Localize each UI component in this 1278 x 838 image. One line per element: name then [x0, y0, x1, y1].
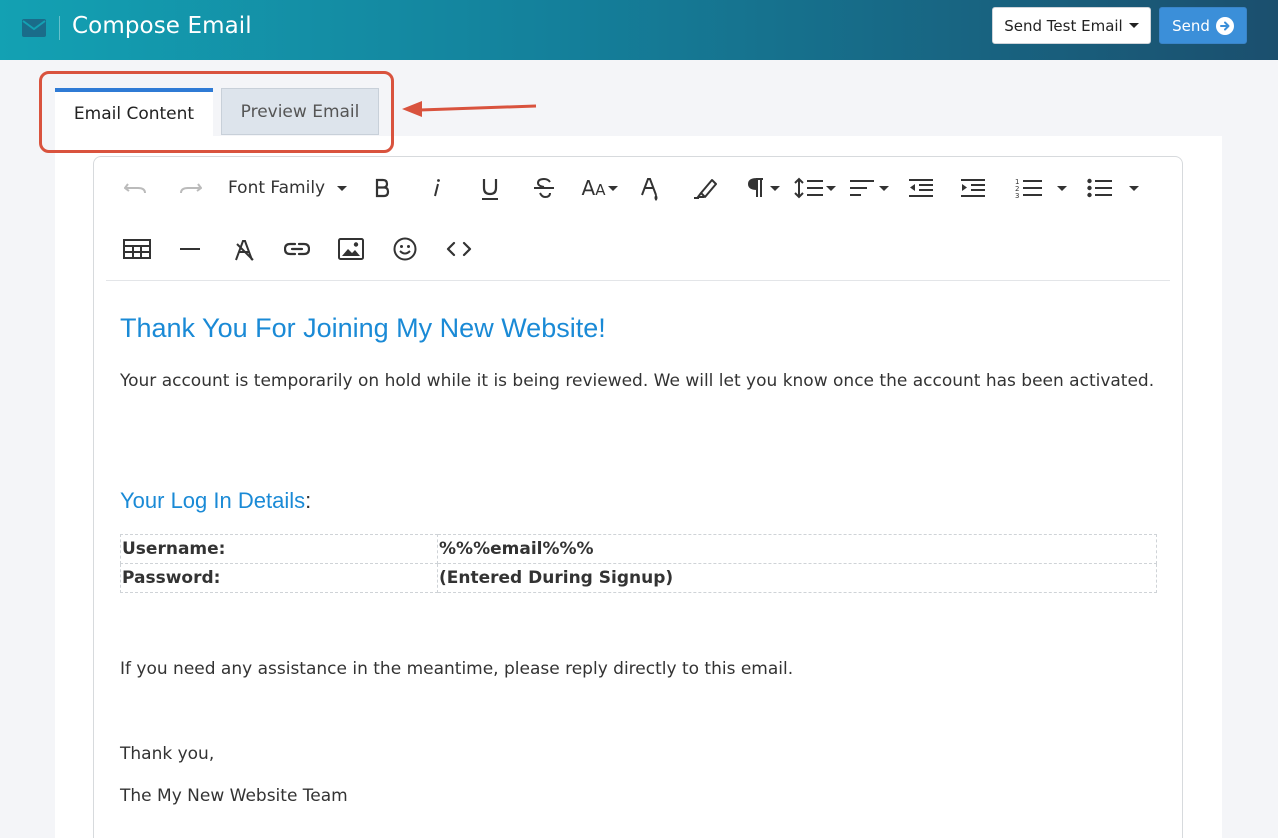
email-heading: Thank You For Joining My New Website! [120, 313, 606, 343]
annotation-arrow-icon [402, 101, 537, 117]
font-family-dropdown[interactable]: Font Family [228, 176, 348, 200]
highlight-icon[interactable] [692, 176, 718, 200]
text-color-icon[interactable] [638, 176, 664, 204]
font-size-icon[interactable]: AA [578, 176, 622, 200]
emoji-icon[interactable] [392, 237, 418, 261]
caret-down-icon [769, 185, 780, 191]
image-icon[interactable] [338, 237, 364, 261]
table-row: Password: (Entered During Signup) [120, 563, 1157, 593]
unordered-list-icon[interactable] [1086, 176, 1140, 200]
table-cell-value: (Entered During Signup) [437, 563, 1157, 593]
table-cell-label: Password: [120, 563, 438, 593]
details-heading-text: Your Log In Details [120, 488, 306, 513]
arrow-circle-right-icon [1215, 16, 1234, 35]
top-header: Compose Email Send Test Email Send [0, 0, 1278, 60]
underline-icon[interactable] [478, 176, 502, 202]
clear-format-icon[interactable] [232, 237, 256, 263]
email-intro-paragraph: Your account is temporarily on hold whil… [120, 371, 1155, 391]
svg-text:3: 3 [1015, 192, 1019, 199]
signature-line: The My New Website Team [120, 786, 348, 806]
table-row: Username: %%%email%%% [120, 534, 1157, 564]
page-title: Compose Email [72, 13, 252, 39]
caret-down-icon [608, 185, 619, 191]
caret-down-icon [337, 185, 348, 191]
tabs-annotation-box [39, 71, 394, 153]
caret-down-icon [879, 185, 889, 191]
send-test-email-label: Send Test Email [1004, 16, 1123, 35]
send-label: Send [1172, 16, 1210, 35]
table-icon[interactable] [122, 237, 152, 261]
caret-down-icon [1057, 185, 1067, 191]
caret-down-icon [826, 185, 836, 191]
send-test-email-button[interactable]: Send Test Email [992, 7, 1151, 44]
font-family-label: Font Family [228, 178, 326, 198]
envelope-icon [22, 19, 46, 37]
header-divider [59, 16, 60, 40]
closing-line: Thank you, [120, 744, 215, 764]
bold-icon[interactable] [370, 176, 394, 200]
send-button[interactable]: Send [1159, 7, 1247, 44]
assistance-paragraph: If you need any assistance in the meanti… [120, 659, 794, 679]
caret-down-icon [1128, 23, 1139, 28]
strikethrough-icon[interactable] [532, 176, 556, 200]
caret-down-icon [1129, 185, 1139, 191]
undo-icon[interactable] [122, 176, 150, 200]
italic-icon[interactable] [424, 176, 448, 200]
paragraph-icon[interactable] [744, 176, 782, 200]
line-height-icon[interactable] [794, 176, 836, 200]
link-icon[interactable] [284, 237, 310, 261]
table-cell-label: Username: [120, 534, 438, 564]
horizontal-rule-icon[interactable] [178, 237, 202, 261]
redo-icon[interactable] [176, 176, 204, 200]
outdent-icon[interactable] [906, 176, 936, 200]
details-heading-colon: : [305, 488, 312, 513]
login-details-table: Username: %%%email%%% Password: (Entered… [120, 534, 1157, 593]
code-view-icon[interactable] [446, 237, 472, 261]
table-cell-value: %%%email%%% [437, 534, 1157, 564]
toolbar-separator [106, 280, 1170, 281]
details-heading: Your Log In Details: [120, 488, 311, 514]
indent-icon[interactable] [958, 176, 988, 200]
align-icon[interactable] [848, 176, 890, 200]
ordered-list-icon[interactable]: 123 [1012, 176, 1070, 200]
